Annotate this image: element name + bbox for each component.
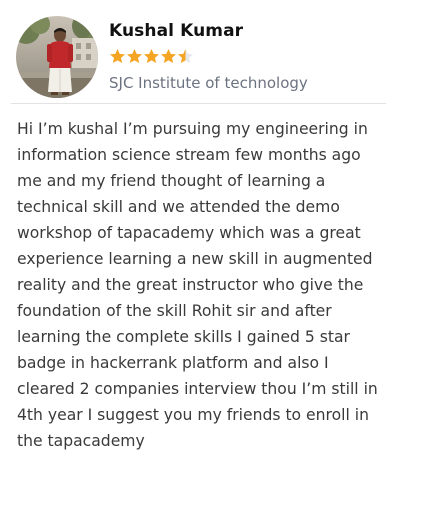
reviewer-header: Kushal Kumar SJC Institute of technology	[14, 16, 386, 102]
star-full-icon	[110, 49, 125, 64]
avatar	[16, 16, 98, 98]
review-text: Hi I’m kushal I’m pursuing my engineerin…	[17, 120, 378, 450]
testimonial-card: Kushal Kumar SJC Institute of technology…	[0, 0, 435, 517]
divider	[11, 103, 386, 104]
star-full-icon	[127, 49, 142, 64]
reviewer-name: Kushal Kumar	[109, 21, 244, 41]
star-full-icon	[144, 49, 159, 64]
person-photo-icon	[16, 16, 98, 98]
star-half-icon	[178, 49, 193, 64]
reviewer-college: SJC Institute of technology	[109, 74, 308, 92]
star-rating	[109, 48, 194, 68]
star-full-icon	[161, 49, 176, 64]
